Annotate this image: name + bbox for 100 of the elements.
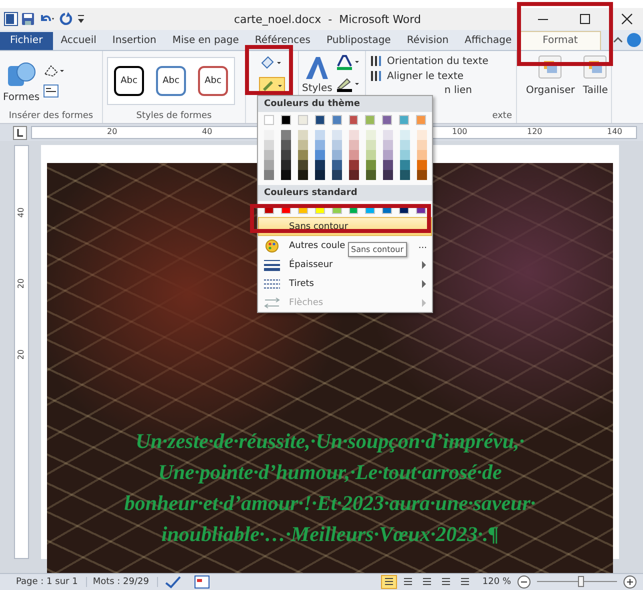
color-swatch[interactable] <box>332 130 342 140</box>
color-swatch[interactable] <box>315 170 325 180</box>
color-swatch[interactable] <box>264 115 274 125</box>
shape-style-sample[interactable]: Abc <box>198 66 228 96</box>
color-swatch[interactable] <box>400 150 410 160</box>
zoom-slider-thumb[interactable] <box>578 576 584 587</box>
color-swatch[interactable] <box>332 170 342 180</box>
close-icon[interactable] <box>621 13 633 25</box>
color-swatch[interactable] <box>280 115 291 125</box>
fill-bucket-icon[interactable] <box>259 55 283 71</box>
color-swatch[interactable] <box>315 130 325 140</box>
color-swatch[interactable] <box>298 170 308 180</box>
shapes-button[interactable]: Formes <box>0 56 43 106</box>
color-swatch[interactable] <box>298 160 308 170</box>
color-swatch[interactable] <box>281 130 291 140</box>
word-count[interactable]: Mots : 29/29 <box>92 577 158 587</box>
ribbon-tab[interactable]: Révision <box>398 32 457 50</box>
shape-style-sample[interactable]: Abc <box>156 66 186 96</box>
color-swatch[interactable] <box>264 160 274 170</box>
color-swatch[interactable] <box>417 150 427 160</box>
color-swatch[interactable] <box>400 140 410 150</box>
color-swatch[interactable] <box>298 130 308 140</box>
collapse-ribbon-icon[interactable] <box>613 35 623 45</box>
save-icon[interactable] <box>21 12 35 26</box>
color-swatch[interactable] <box>314 115 325 125</box>
ribbon-tab[interactable]: Insertion <box>104 32 164 50</box>
text-command[interactable]: Orientation du texte <box>370 55 512 67</box>
color-swatch[interactable] <box>298 115 308 125</box>
color-swatch[interactable] <box>417 170 427 180</box>
color-swatch[interactable] <box>332 150 342 160</box>
ribbon-tab[interactable]: Format <box>520 31 601 50</box>
ribbon-tab[interactable]: Fichier <box>0 32 53 50</box>
text-box-icon[interactable] <box>42 84 59 98</box>
color-swatch[interactable] <box>366 160 376 170</box>
color-swatch[interactable] <box>365 115 376 125</box>
color-swatch[interactable] <box>382 115 392 125</box>
color-swatch[interactable] <box>400 160 410 170</box>
color-swatch[interactable] <box>366 130 376 140</box>
color-swatch[interactable] <box>281 170 291 180</box>
maximize-icon[interactable] <box>579 13 591 25</box>
color-swatch[interactable] <box>349 140 359 150</box>
color-swatch[interactable] <box>264 130 274 140</box>
color-swatch[interactable] <box>417 130 427 140</box>
color-swatch[interactable] <box>332 160 342 170</box>
color-swatch[interactable] <box>383 150 393 160</box>
ribbon-tab[interactable]: Affichage <box>456 32 520 50</box>
color-swatch[interactable] <box>383 130 393 140</box>
redo-icon[interactable] <box>59 12 73 26</box>
color-swatch[interactable] <box>281 150 291 160</box>
color-swatch[interactable] <box>298 150 308 160</box>
color-swatch[interactable] <box>400 130 410 140</box>
color-swatch[interactable] <box>416 115 426 125</box>
text-outline-icon[interactable] <box>335 77 362 93</box>
color-swatch[interactable] <box>349 170 359 180</box>
ribbon-tab[interactable]: Références <box>246 32 318 50</box>
color-swatch[interactable] <box>332 115 342 125</box>
ribbon-tab[interactable]: Accueil <box>52 32 104 50</box>
color-swatch[interactable] <box>315 160 325 170</box>
color-swatch[interactable] <box>315 140 325 150</box>
color-swatch[interactable] <box>349 130 359 140</box>
color-swatch[interactable] <box>400 170 410 180</box>
help-icon[interactable] <box>627 33 641 47</box>
color-swatch[interactable] <box>366 170 376 180</box>
color-swatch[interactable] <box>366 150 376 160</box>
zoom-in-icon[interactable] <box>623 575 637 589</box>
proofing-icon[interactable] <box>164 575 182 589</box>
color-swatch[interactable] <box>264 140 274 150</box>
color-swatch[interactable] <box>264 150 274 160</box>
color-swatch[interactable] <box>264 170 274 180</box>
zoom-out-icon[interactable] <box>517 575 531 589</box>
color-swatch[interactable] <box>281 160 291 170</box>
word-logo-icon[interactable] <box>4 12 18 26</box>
color-swatch[interactable] <box>383 140 393 150</box>
text-fill-icon[interactable] <box>335 55 362 71</box>
ribbon-tab[interactable]: Publipostage <box>318 32 399 50</box>
edit-shape-icon[interactable] <box>42 64 65 78</box>
color-swatch[interactable] <box>399 115 410 125</box>
vertical-ruler[interactable]: 40 20 20 <box>14 145 29 559</box>
color-swatch[interactable] <box>348 115 358 125</box>
color-swatch[interactable] <box>332 140 342 150</box>
ribbon-tab[interactable]: Mise en page <box>164 32 247 50</box>
color-swatch[interactable] <box>383 160 393 170</box>
color-swatch[interactable] <box>366 140 376 150</box>
color-swatch[interactable] <box>417 140 427 150</box>
color-swatch[interactable] <box>383 170 393 180</box>
zoom-level[interactable]: 120 % <box>482 577 511 587</box>
color-swatch[interactable] <box>349 150 359 160</box>
menu-item[interactable]: Épaisseur <box>258 255 432 274</box>
tab-selector-icon[interactable] <box>13 126 27 140</box>
text-command[interactable]: n lien <box>444 85 512 96</box>
color-swatch[interactable] <box>417 160 427 170</box>
text-command[interactable]: Aligner le texte <box>370 70 512 82</box>
arrange-button[interactable]: Organiser <box>523 51 578 123</box>
color-swatch[interactable] <box>349 160 359 170</box>
language-icon[interactable] <box>194 575 210 589</box>
menu-item[interactable]: Tirets <box>258 274 432 293</box>
color-swatch[interactable] <box>315 150 325 160</box>
arrange-button[interactable]: Taille <box>580 51 611 123</box>
page-count[interactable]: Page : 1 sur 1 <box>16 577 87 587</box>
shape-style-sample[interactable]: Abc <box>114 66 144 96</box>
